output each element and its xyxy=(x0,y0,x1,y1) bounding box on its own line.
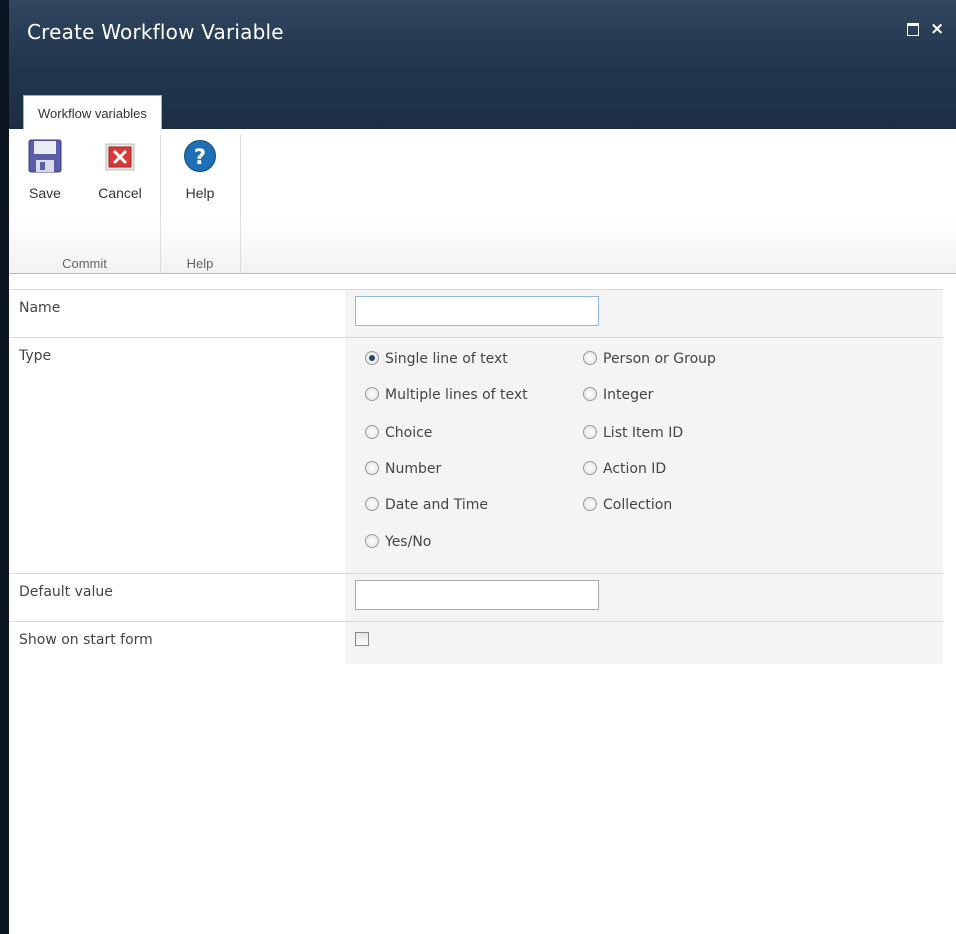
radio[interactable] xyxy=(365,534,379,548)
default-value-row: Default value xyxy=(9,573,943,621)
save-button[interactable]: Save xyxy=(19,139,71,201)
group-label-help: Help xyxy=(186,256,214,271)
show-on-start-form-checkbox[interactable] xyxy=(355,632,369,646)
ribbon-group-commit: Save Cancel Commit xyxy=(9,135,161,273)
help-icon: ? xyxy=(183,139,217,173)
radio[interactable] xyxy=(365,387,379,401)
group-label-commit: Commit xyxy=(62,256,107,271)
type-option-action-id[interactable]: Action ID xyxy=(583,461,666,477)
show-on-start-form-row: Show on start form xyxy=(9,621,943,664)
radio[interactable] xyxy=(365,497,379,511)
default-value-label: Default value xyxy=(19,584,113,600)
save-icon xyxy=(28,139,62,173)
window-left-edge xyxy=(0,0,9,934)
help-label: Help xyxy=(185,185,215,201)
radio[interactable] xyxy=(583,351,597,365)
svg-text:?: ? xyxy=(194,145,206,169)
ribbon: Save Cancel Commit ? Help Help xyxy=(9,129,956,274)
help-button[interactable]: ? Help xyxy=(176,139,224,201)
type-option-integer[interactable]: Integer xyxy=(583,387,653,403)
ribbon-group-help: ? Help Help xyxy=(160,135,241,273)
show-on-start-form-label: Show on start form xyxy=(19,632,153,648)
variable-form: Name Type Single line of text Multiple l… xyxy=(9,280,943,664)
type-option-choice[interactable]: Choice xyxy=(365,425,432,441)
name-label: Name xyxy=(19,300,61,316)
type-option-number[interactable]: Number xyxy=(365,461,441,477)
type-label: Type xyxy=(19,348,52,364)
type-row: Type Single line of text Multiple lines … xyxy=(9,337,943,573)
title-bar: Create Workflow Variable × Workflow vari… xyxy=(9,0,956,130)
dialog-title: Create Workflow Variable xyxy=(27,20,284,44)
dialog: Create Workflow Variable × Workflow vari… xyxy=(9,0,956,934)
type-option-person-or-group[interactable]: Person or Group xyxy=(583,351,716,367)
radio[interactable] xyxy=(583,461,597,475)
save-label: Save xyxy=(29,185,61,201)
close-button[interactable]: × xyxy=(930,21,944,38)
maximize-button[interactable] xyxy=(906,22,920,36)
type-option-single-line-of-text[interactable]: Single line of text xyxy=(365,351,508,367)
cancel-button[interactable]: Cancel xyxy=(89,139,151,201)
type-option-yes-no[interactable]: Yes/No xyxy=(365,534,431,550)
radio-selected[interactable] xyxy=(365,351,379,365)
type-option-multiple-lines-of-text[interactable]: Multiple lines of text xyxy=(365,387,528,403)
type-option-date-and-time[interactable]: Date and Time xyxy=(365,497,488,513)
cancel-label: Cancel xyxy=(98,185,142,201)
maximize-icon xyxy=(907,23,919,36)
tab-workflow-variables[interactable]: Workflow variables xyxy=(23,95,162,130)
cancel-icon xyxy=(103,139,137,173)
radio[interactable] xyxy=(365,425,379,439)
name-row: Name xyxy=(9,289,943,337)
radio[interactable] xyxy=(583,497,597,511)
radio[interactable] xyxy=(365,461,379,475)
radio[interactable] xyxy=(583,387,597,401)
radio[interactable] xyxy=(583,425,597,439)
name-input[interactable] xyxy=(355,296,599,326)
type-option-collection[interactable]: Collection xyxy=(583,497,672,513)
type-option-list-item-id[interactable]: List Item ID xyxy=(583,425,683,441)
default-value-input[interactable] xyxy=(355,580,599,610)
